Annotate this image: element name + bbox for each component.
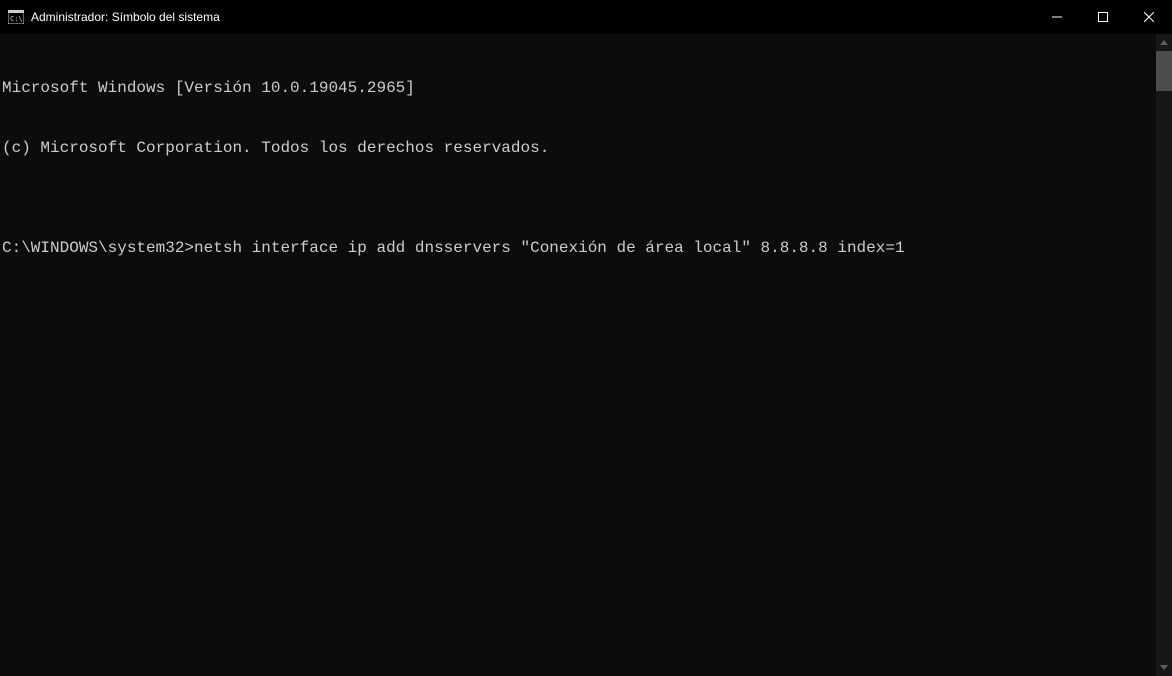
console-area[interactable]: Microsoft Windows [Versión 10.0.19045.29… bbox=[0, 34, 1172, 676]
window-titlebar: C:\ Administrador: Símbolo del sistema bbox=[0, 0, 1172, 34]
scroll-down-arrow-icon[interactable] bbox=[1156, 659, 1172, 676]
window-title: Administrador: Símbolo del sistema bbox=[31, 10, 220, 24]
console-content: Microsoft Windows [Versión 10.0.19045.29… bbox=[0, 34, 1172, 300]
cmd-icon: C:\ bbox=[8, 9, 24, 25]
console-line-version: Microsoft Windows [Versión 10.0.19045.29… bbox=[2, 78, 1170, 98]
scroll-up-arrow-icon[interactable] bbox=[1156, 34, 1172, 51]
console-prompt-line: C:\WINDOWS\system32>netsh interface ip a… bbox=[2, 238, 1170, 258]
console-command: netsh interface ip add dnsservers "Conex… bbox=[194, 238, 905, 258]
vertical-scrollbar[interactable] bbox=[1156, 34, 1172, 676]
scroll-thumb[interactable] bbox=[1156, 51, 1172, 91]
minimize-button[interactable] bbox=[1034, 0, 1080, 34]
console-line-copyright: (c) Microsoft Corporation. Todos los der… bbox=[2, 138, 1170, 158]
titlebar-left: C:\ Administrador: Símbolo del sistema bbox=[0, 9, 220, 25]
window-controls bbox=[1034, 0, 1172, 34]
console-prompt: C:\WINDOWS\system32> bbox=[2, 238, 194, 258]
maximize-button[interactable] bbox=[1080, 0, 1126, 34]
close-button[interactable] bbox=[1126, 0, 1172, 34]
svg-text:C:\: C:\ bbox=[10, 15, 23, 23]
